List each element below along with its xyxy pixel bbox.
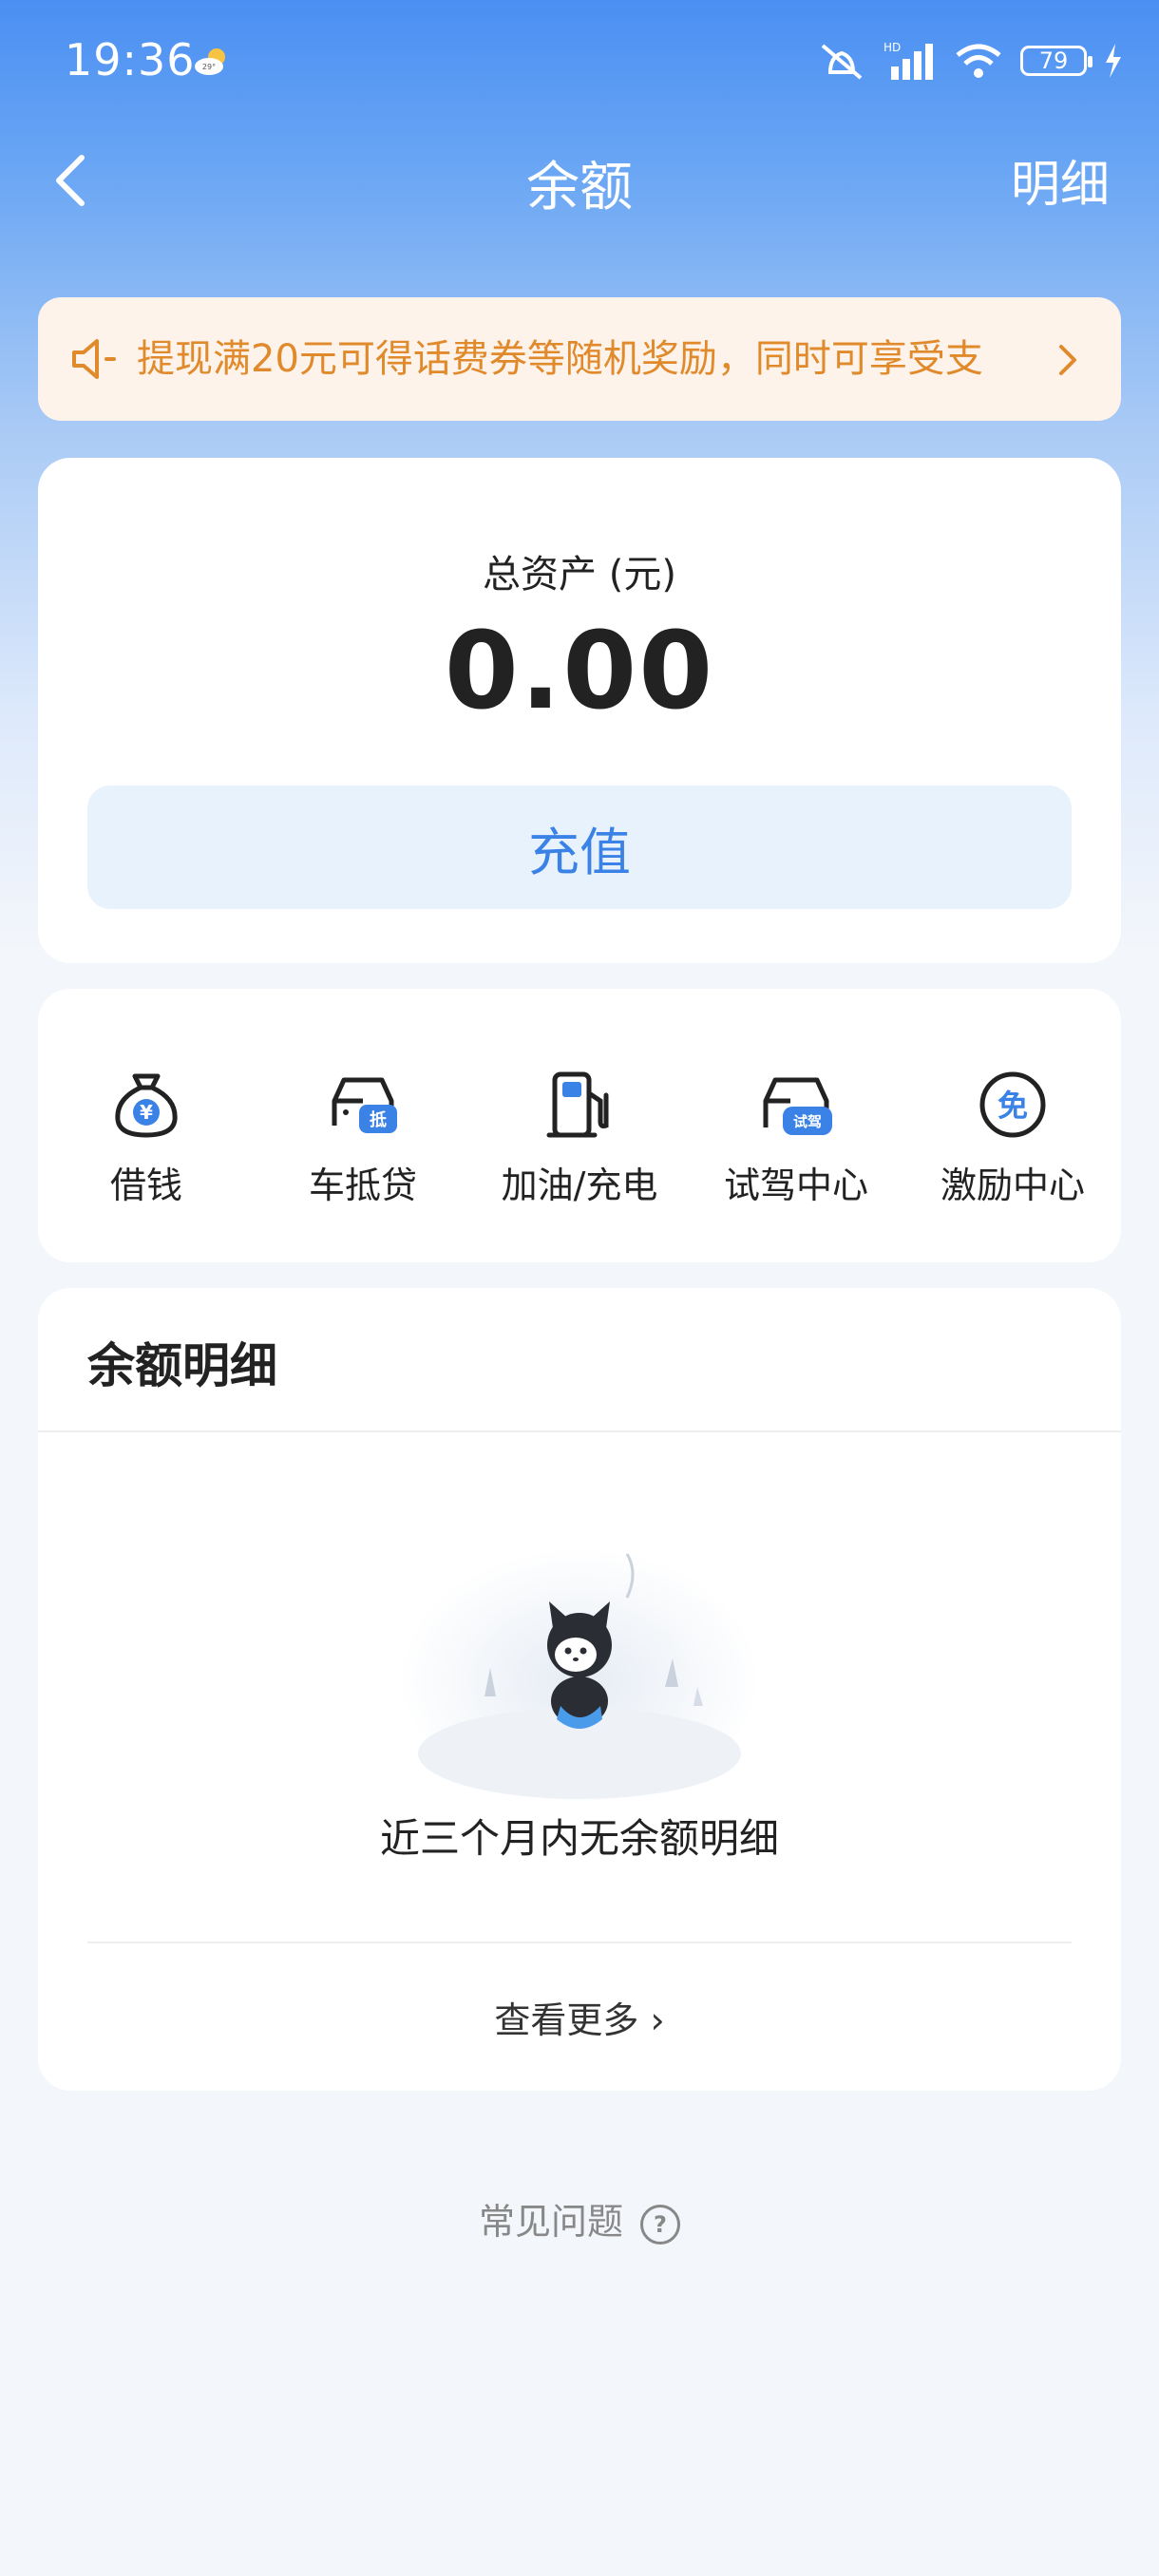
total-assets-label: 总资产 (元): [483, 553, 676, 597]
service-car-loan[interactable]: 抵 车抵贷: [255, 1067, 471, 1208]
balance-detail-card: 余额明细 近三个月内无余额明细 查看更多 ›: [38, 1288, 1121, 2091]
status-time: 19:36: [65, 34, 196, 85]
car-loan-badge: 抵: [370, 1109, 387, 1130]
service-label: 试驾中心: [723, 1165, 868, 1206]
service-label: 激励中心: [940, 1165, 1085, 1206]
view-more-link[interactable]: 查看更多 ›: [38, 1991, 1121, 2043]
wifi-icon: [956, 44, 1001, 78]
balance-card: 总资产 (元) 0.00 充值: [38, 458, 1121, 963]
weather-icon: 29°: [195, 48, 225, 75]
status-icons: HD 79: [817, 36, 1123, 85]
service-fuel-charge[interactable]: 加油/充电: [471, 1067, 688, 1208]
service-label: 加油/充电: [501, 1165, 658, 1206]
notice-banner[interactable]: 提现满20元可得话费券等随机奖励，同时可享受支: [38, 297, 1121, 421]
car-loan-icon: 抵: [332, 1077, 397, 1133]
test-drive-icon: 试驾: [763, 1077, 832, 1135]
empty-state-text: 近三个月内无余额明细: [379, 1815, 779, 1862]
divider: [87, 1941, 1072, 1943]
service-label: 车抵贷: [308, 1165, 417, 1206]
detail-link[interactable]: 明细: [1011, 144, 1110, 216]
page-title: 余额: [526, 157, 633, 218]
service-label: 借钱: [109, 1165, 182, 1206]
speaker-icon: [72, 339, 116, 379]
network-type: HD: [884, 41, 901, 54]
service-borrow[interactable]: ¥ 借钱: [38, 1067, 255, 1208]
faq-link[interactable]: 常见问题?: [0, 2192, 1159, 2245]
notice-text: 提现满20元可得话费券等随机奖励，同时可享受支: [137, 337, 983, 381]
empty-state-mascot-illustration: [399, 1535, 760, 1801]
weather-temp: 29°: [202, 63, 216, 71]
service-incentive[interactable]: 免 激励中心: [904, 1067, 1121, 1208]
services-card: ¥ 借钱 抵 车抵贷 加油/充电 试驾 试驾中心 免 激励中心: [38, 989, 1121, 1262]
incentive-icon: 免: [979, 1071, 1046, 1138]
recharge-button[interactable]: 充值: [87, 786, 1072, 909]
battery-indicator: 79: [1020, 46, 1092, 76]
faq-label: 常见问题: [478, 2201, 623, 2243]
total-assets-value: 0.00: [444, 610, 715, 733]
incentive-badge: 免: [998, 1088, 1028, 1124]
mute-vibrate-icon: [821, 44, 863, 80]
fuel-pump-icon: [546, 1071, 609, 1138]
charging-bolt-icon: [1106, 44, 1121, 78]
svg-text:¥: ¥: [140, 1101, 153, 1124]
chevron-right-icon: [1059, 345, 1076, 375]
money-bag-icon: ¥: [115, 1073, 178, 1138]
detail-section-title: 余额明细: [87, 1338, 277, 1393]
test-drive-badge: 试驾: [793, 1113, 822, 1130]
question-circle-icon: ?: [640, 2204, 680, 2245]
service-test-drive[interactable]: 试驾 试驾中心: [688, 1067, 904, 1208]
divider: [38, 1430, 1121, 1432]
signal-icon: HD: [884, 41, 933, 80]
